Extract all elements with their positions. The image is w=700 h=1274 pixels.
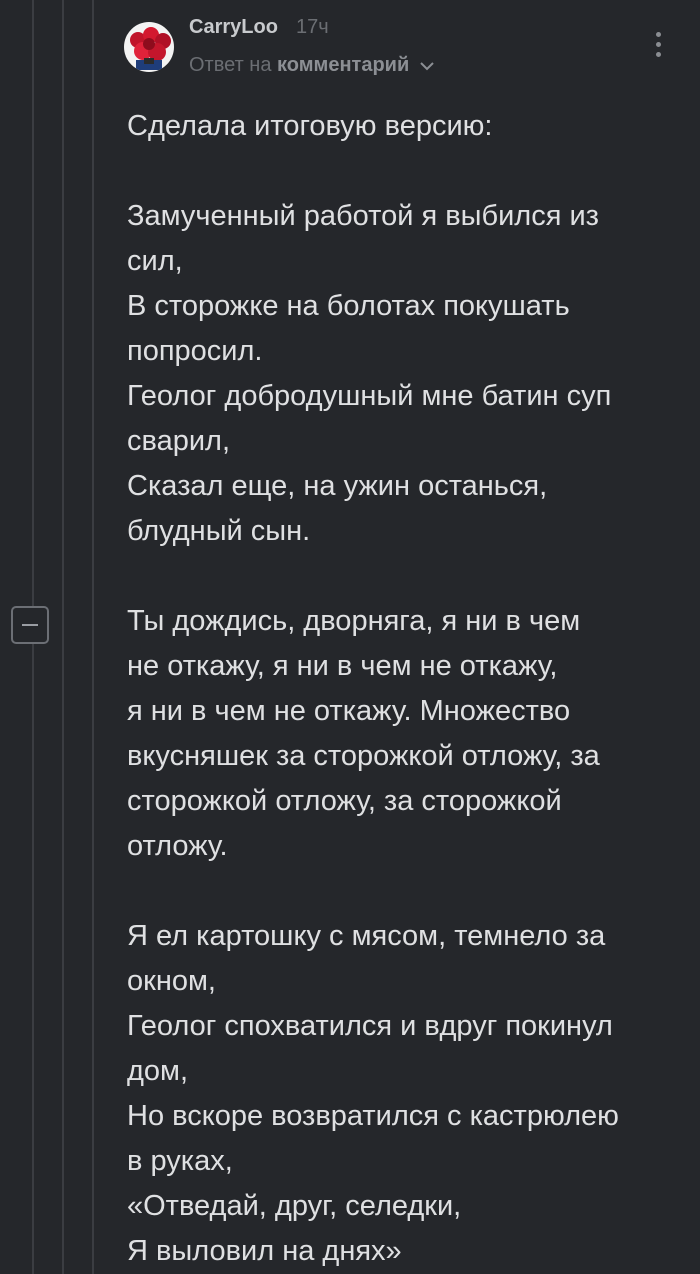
reply-prefix: Ответ на [189,54,272,76]
collapse-thread-button[interactable] [11,606,49,644]
collapse-minus-icon [22,624,38,626]
avatar-image [124,22,174,72]
comment-paragraph-1: Сделала итоговую версию: [127,110,493,142]
thread-line-3 [92,0,94,1274]
comment-body: Сделала итоговую версию: Замученный рабо… [127,104,687,1274]
reply-to-link[interactable]: Ответ на комментарий [189,54,435,77]
chevron-down-icon [420,62,434,71]
avatar[interactable] [124,22,174,72]
comment-paragraph-4: Я ел картошку с мясом, темнело за окном,… [127,920,619,1267]
reply-target[interactable]: комментарий [277,54,409,76]
thread-line-2 [62,0,64,1274]
comment-author[interactable]: CarryLoo [189,16,278,39]
comment-paragraph-3: Ты дождись, дворняга, я ни в чем не отка… [127,605,600,862]
comment-header: CarryLoo 17ч Ответ на комментарий [124,16,684,82]
comment-time: 17ч [296,16,329,38]
more-vertical-icon[interactable] [646,24,670,64]
comment-paragraph-2: Замученный работой я выбился из сил, В с… [127,200,612,547]
